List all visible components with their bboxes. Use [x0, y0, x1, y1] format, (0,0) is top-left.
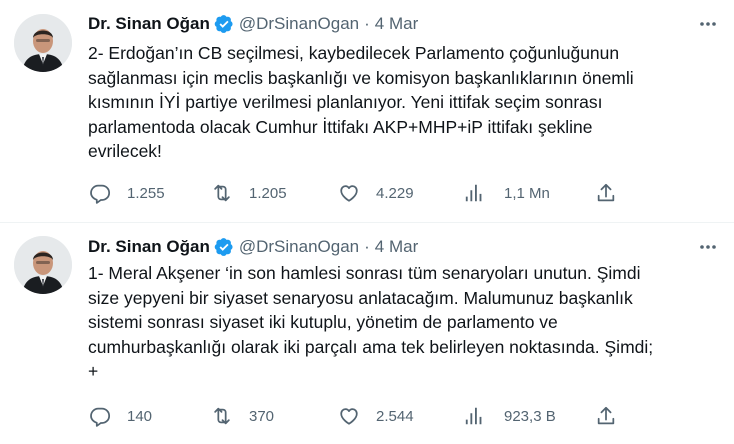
tweet-text: 1- Meral Akşener ‘in son hamlesi sonrası… — [88, 261, 720, 384]
tweet-text-line: kısmının İYİ partiye verilmesi planlanıy… — [88, 92, 603, 112]
tweet-text-line: cumhurbaşkanlığı olarak iki parçalı ama … — [88, 336, 654, 357]
separator-dot: · — [364, 237, 370, 256]
avatar[interactable] — [14, 14, 72, 72]
like-button[interactable]: 4.229 — [338, 178, 414, 208]
tweet[interactable]: Dr. Sinan Oğan @DrSinanOgan · 4 Mar 1- M… — [0, 223, 734, 444]
more-options-button[interactable] — [694, 12, 722, 36]
tweet-text-line: 1- Meral Akşener ‘in son hamlesi sonrası… — [88, 263, 641, 283]
views-button[interactable]: 923,3 B — [464, 401, 556, 431]
tweet-text-line: + — [88, 361, 99, 381]
like-button[interactable]: 2.544 — [338, 401, 414, 431]
views-button[interactable]: 1,1 Mn — [464, 178, 550, 208]
tweet-actions: 1.255 1.205 4.229 1,1 Mn — [0, 178, 734, 208]
share-button[interactable] — [595, 401, 617, 431]
author-name[interactable]: Dr. Sinan Oğan — [88, 237, 210, 257]
retweet-icon — [214, 184, 230, 202]
verified-badge-icon — [214, 238, 233, 256]
tweet-header: Dr. Sinan Oğan @DrSinanOgan · 4 Mar — [88, 12, 674, 36]
like-count: 2.544 — [376, 407, 414, 425]
tweet-actions: 140 370 2.544 923,3 B — [0, 401, 734, 431]
avatar[interactable] — [14, 236, 72, 294]
avatar-portrait-icon — [14, 14, 72, 72]
like-count: 4.229 — [376, 184, 414, 202]
retweet-count: 370 — [249, 407, 275, 425]
tweet-text-line: parlamentoda olacak Cumhur İttifakı AKP+… — [88, 116, 593, 137]
heart-icon — [340, 185, 358, 202]
tweet-text-line: sistemi sonrası siyaset iki kutuplu, yön… — [88, 312, 558, 332]
share-icon — [597, 406, 615, 425]
retweet-button[interactable]: 370 — [211, 401, 274, 431]
reply-icon — [90, 407, 111, 427]
tweet[interactable]: Dr. Sinan Oğan @DrSinanOgan · 4 Mar 2- E… — [0, 0, 734, 223]
reply-icon — [90, 184, 111, 204]
share-button[interactable] — [595, 178, 617, 208]
author-name[interactable]: Dr. Sinan Oğan — [88, 14, 210, 34]
author-handle[interactable]: @DrSinanOgan — [239, 14, 359, 34]
tweet-text-line: sağlanması için meclis başkanlığı ve kom… — [88, 67, 634, 88]
views-chart-icon — [465, 407, 482, 425]
retweet-button[interactable]: 1.205 — [211, 178, 287, 208]
views-count: 923,3 B — [504, 407, 556, 425]
views-chart-icon — [465, 184, 482, 202]
reply-button[interactable]: 140 — [89, 401, 152, 431]
retweet-count: 1.205 — [249, 184, 287, 202]
tweet-header: Dr. Sinan Oğan @DrSinanOgan · 4 Mar — [88, 235, 674, 259]
views-count: 1,1 Mn — [504, 184, 550, 202]
retweet-icon — [214, 407, 230, 425]
more-options-icon — [700, 245, 716, 249]
more-options-icon — [700, 22, 716, 26]
reply-count: 1.255 — [127, 184, 165, 202]
tweet-date[interactable]: 4 Mar — [375, 237, 418, 257]
share-icon — [597, 183, 615, 202]
tweet-text-line: size yepyeni bir siyaset senaryosu anlat… — [88, 287, 633, 308]
reply-count: 140 — [127, 407, 153, 425]
separator-dot: · — [364, 14, 370, 33]
tweet-text-line: evrilecek! — [88, 141, 162, 161]
tweet-text: 2- Erdoğan’ın CB seçilmesi, kaybedilecek… — [88, 41, 720, 164]
more-options-button[interactable] — [694, 235, 722, 259]
tweet-date[interactable]: 4 Mar — [375, 14, 418, 34]
avatar-portrait-icon — [14, 236, 72, 294]
author-handle[interactable]: @DrSinanOgan — [239, 237, 359, 257]
verified-badge-icon — [214, 15, 233, 33]
tweet-text-line: 2- Erdoğan’ın CB seçilmesi, kaybedilecek… — [88, 43, 620, 63]
reply-button[interactable]: 1.255 — [89, 178, 165, 208]
heart-icon — [340, 408, 358, 425]
